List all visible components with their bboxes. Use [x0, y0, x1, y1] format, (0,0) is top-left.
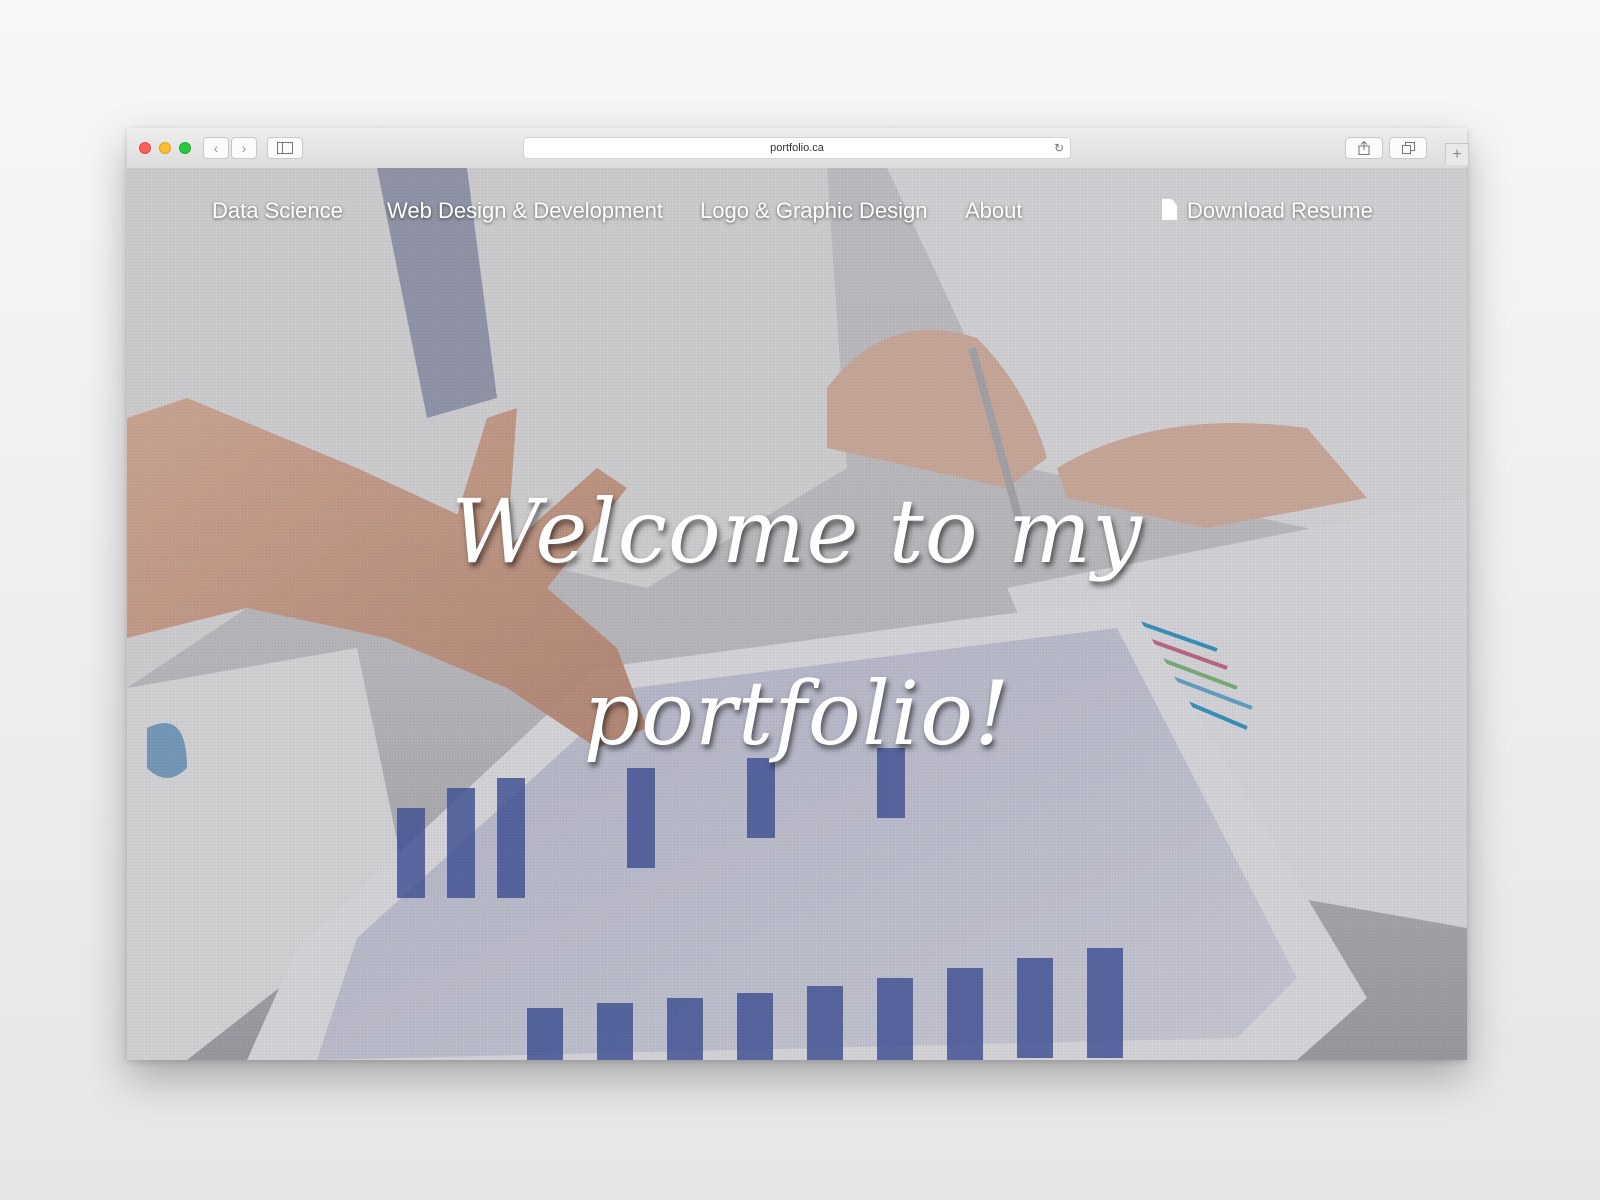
download-resume-label: Download Resume [1187, 198, 1373, 223]
new-tab-button[interactable]: + [1445, 143, 1469, 165]
sidebar-icon [277, 142, 293, 154]
tabs-icon [1401, 142, 1415, 154]
address-bar[interactable]: portfolio.ca ↻ [523, 137, 1071, 159]
browser-window: ‹ › portfolio.ca ↻ + Data Science Web De… [127, 128, 1469, 1060]
nav-item-data-science[interactable]: Data Science [212, 198, 343, 224]
back-button[interactable]: ‹ [203, 137, 229, 159]
share-button[interactable] [1345, 137, 1383, 159]
url-text: portfolio.ca [770, 142, 824, 154]
nav-item-web-design[interactable]: Web Design & Development [387, 198, 663, 224]
chevron-left-icon: ‹ [213, 140, 219, 156]
document-icon [1162, 199, 1177, 220]
plus-icon: + [1452, 145, 1462, 163]
hero-overlay [127, 168, 1467, 1060]
sidebar-button[interactable] [267, 137, 303, 159]
minimize-window-button[interactable] [159, 142, 171, 154]
share-icon [1358, 141, 1370, 155]
chevron-right-icon: › [241, 140, 247, 156]
reload-icon[interactable]: ↻ [1054, 141, 1064, 155]
close-window-button[interactable] [139, 142, 151, 154]
download-resume-link[interactable]: Download Resume [1162, 198, 1373, 224]
forward-button[interactable]: › [231, 137, 257, 159]
browser-toolbar: ‹ › portfolio.ca ↻ + [127, 128, 1469, 169]
hero-title-line-1: Welcome to my [451, 480, 1143, 583]
nav-item-logo-design[interactable]: Logo & Graphic Design [700, 198, 927, 224]
hero-title-line-2: portfolio! [583, 662, 1011, 765]
tabs-button[interactable] [1389, 137, 1427, 159]
page-viewport: Data Science Web Design & Development Lo… [127, 168, 1467, 1060]
nav-item-about[interactable]: About [965, 198, 1023, 224]
zoom-window-button[interactable] [179, 142, 191, 154]
main-nav: Data Science Web Design & Development Lo… [127, 198, 1467, 228]
